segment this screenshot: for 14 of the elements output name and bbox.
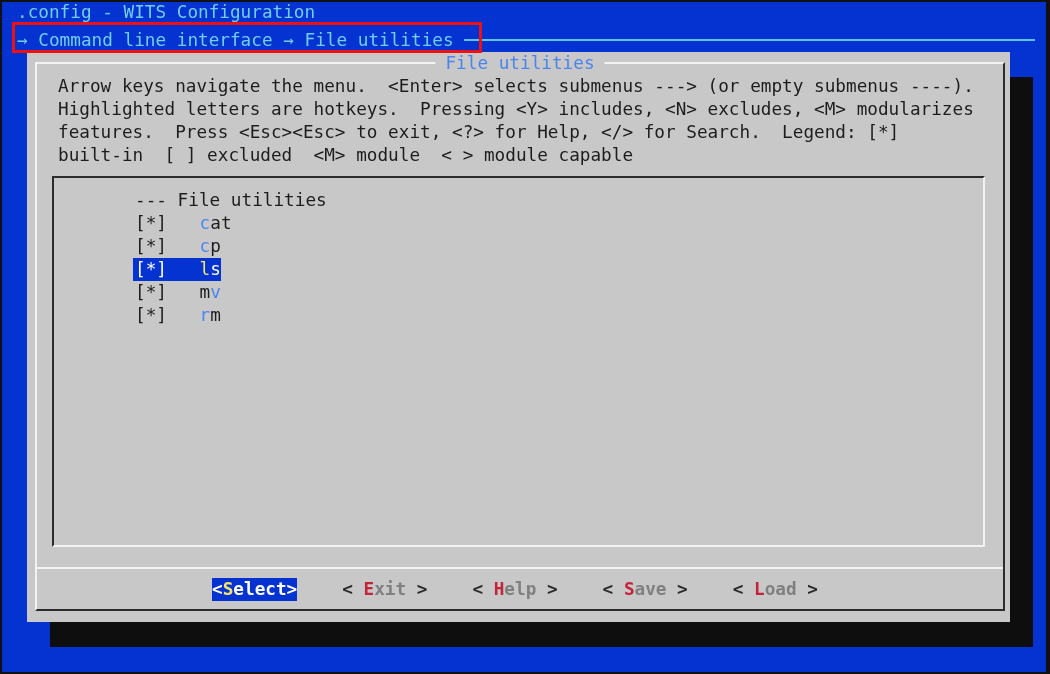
dialog-button[interactable]: < Exit >: [342, 577, 428, 601]
menu-item[interactable]: [*] rm: [133, 303, 221, 327]
menu-item[interactable]: [*] cp: [133, 234, 221, 258]
menu-heading: --- File utilities: [135, 188, 327, 212]
menu-item[interactable]: [*] ls: [133, 257, 221, 281]
breadcrumb: → Command line interface → File utilities: [17, 29, 454, 52]
help-text: Arrow keys navigate the menu. <Enter> selects submenus ---> (or empty submenus ----). Highlighted letters are hotkeys. Pressing <Y> includes, <N> excludes, <M> modularizes features. Press <Esc><Esc> to exit, <?> for Help, </> for Search. Legend: [*] built-in [ ] excluded <M> module < > module capable: [58, 74, 974, 167]
menu-item[interactable]: [*] cat: [133, 211, 232, 235]
menu-item[interactable]: [*] mv: [133, 280, 221, 304]
window-title: .config - WITS Configuration: [17, 2, 316, 22]
dialog-button[interactable]: <Select>: [212, 577, 298, 601]
dialog-button[interactable]: < Save >: [602, 577, 688, 601]
dialog-button[interactable]: < Help >: [472, 577, 558, 601]
dialog-button[interactable]: < Load >: [732, 577, 818, 601]
